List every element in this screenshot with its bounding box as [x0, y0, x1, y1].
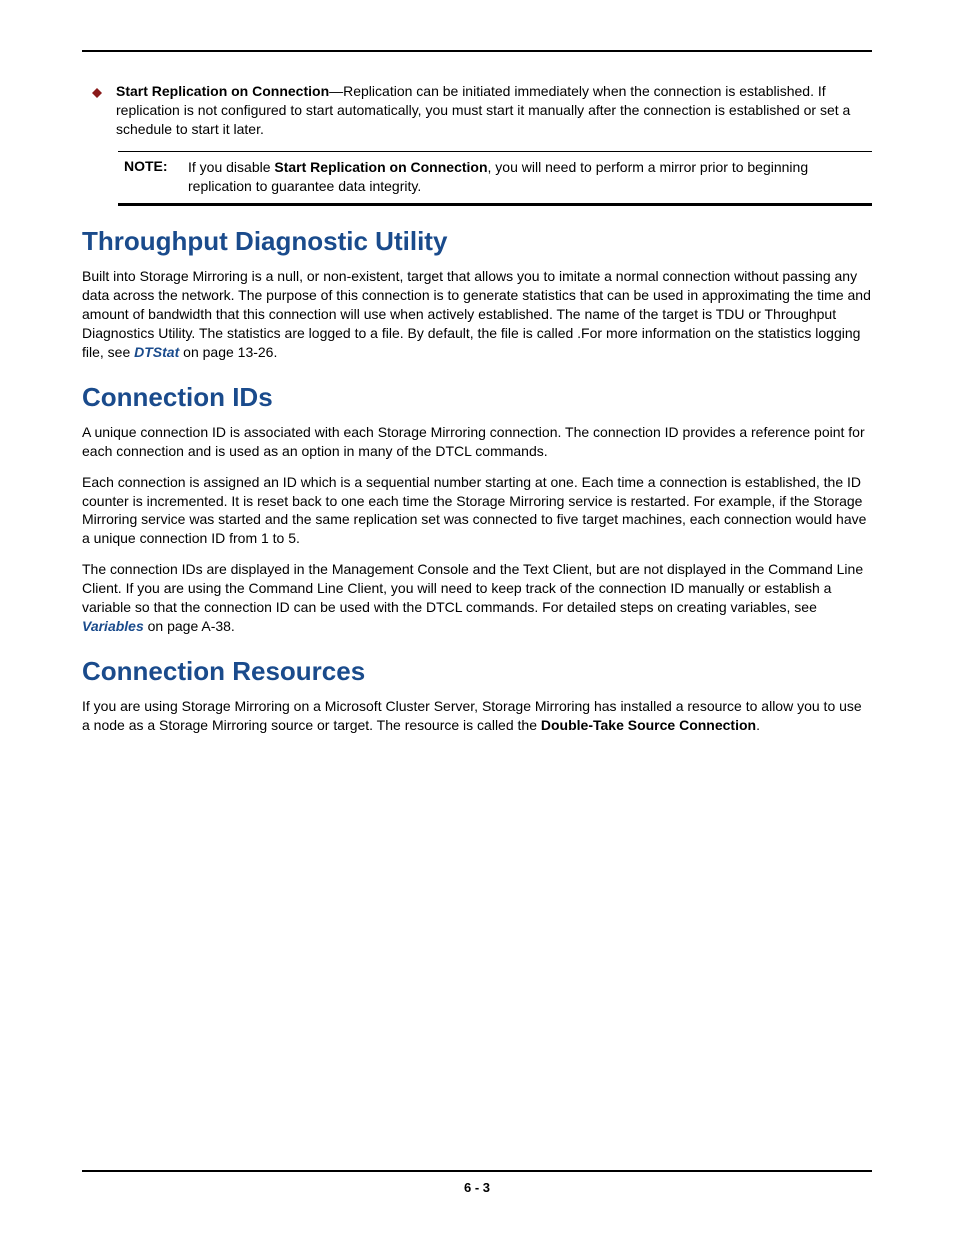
- note-text: If you disable Start Replication on Conn…: [188, 158, 872, 196]
- heading-cid: Connection IDs: [82, 382, 872, 413]
- note-bold: Start Replication on Connection: [274, 159, 487, 175]
- note-label: NOTE:: [118, 158, 188, 196]
- cid-p3: The connection IDs are displayed in the …: [82, 560, 872, 636]
- heading-cr: Connection Resources: [82, 656, 872, 687]
- cr-p1-post: .: [756, 717, 760, 733]
- tdu-p1: Built into Storage Mirroring is a null, …: [82, 267, 872, 361]
- page-footer: 6 - 3: [82, 1170, 872, 1195]
- variables-link[interactable]: Variables: [82, 618, 144, 634]
- note-box: NOTE: If you disable Start Replication o…: [118, 151, 872, 207]
- cid-p1: A unique connection ID is associated wit…: [82, 423, 872, 461]
- header-rule: [82, 50, 872, 52]
- cr-p1: If you are using Storage Mirroring on a …: [82, 697, 872, 735]
- diamond-icon: [92, 84, 116, 139]
- bullet-bold: Start Replication on Connection: [116, 83, 329, 99]
- bullet-text: Start Replication on Connection—Replicat…: [116, 82, 872, 139]
- cid-p2: Each connection is assigned an ID which …: [82, 473, 872, 549]
- cr-p1-bold: Double-Take Source Connection: [541, 717, 756, 733]
- note-pre: If you disable: [188, 159, 274, 175]
- tdu-p1-post: on page 13-26.: [179, 344, 277, 360]
- cid-p3-pre: The connection IDs are displayed in the …: [82, 561, 863, 615]
- cid-p3-post: on page A-38.: [144, 618, 235, 634]
- bullet-item: Start Replication on Connection—Replicat…: [82, 82, 872, 139]
- dtstat-link[interactable]: DTStat: [134, 344, 179, 360]
- heading-tdu: Throughput Diagnostic Utility: [82, 226, 872, 257]
